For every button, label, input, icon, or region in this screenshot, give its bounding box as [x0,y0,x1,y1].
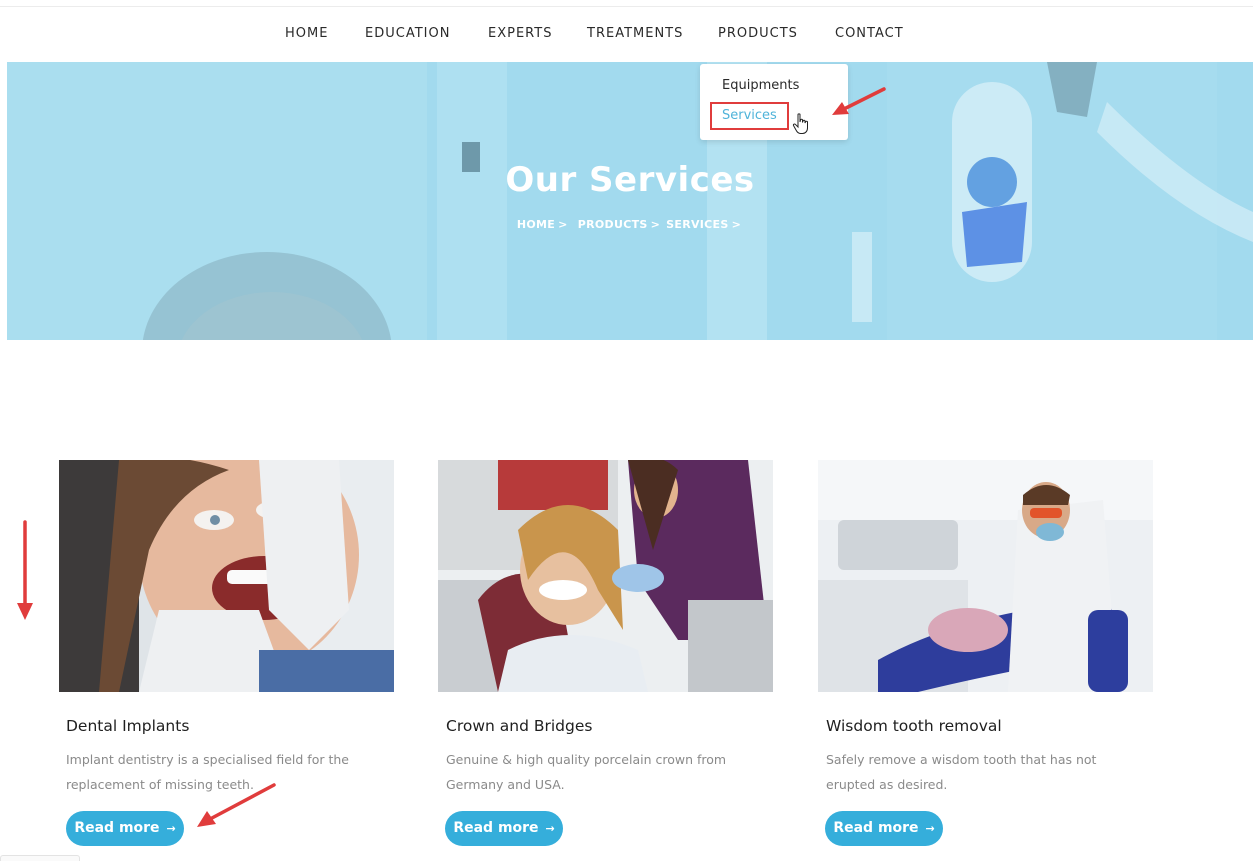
nav-contact[interactable]: CONTACT [835,26,904,41]
arrow-right-icon: → [166,822,176,835]
page-title: Our Services [505,160,755,200]
service-description: Implant dentistry is a specialised field… [66,752,349,792]
service-image-dental-implants [59,460,394,692]
read-more-button[interactable]: Read more → [825,811,943,846]
nav-treatments[interactable]: TREATMENTS [587,26,683,41]
breadcrumb-services[interactable]: SERVICES [666,218,728,231]
breadcrumb-separator: > [731,218,742,231]
annotation-arrow-icon [17,520,33,620]
service-description: Genuine & high quality porcelain crown f… [446,752,727,792]
hero-banner: Our Services HOME > PRODUCTS > SERVICES > [7,62,1253,340]
breadcrumb-products[interactable]: PRODUCTS [578,218,648,231]
main-nav: HOME EDUCATION EXPERTS TREATMENTS PRODUC… [0,26,1253,46]
top-divider [0,6,1253,7]
breadcrumb-separator: > [558,218,568,231]
menu-item-equipments[interactable]: Equipments [722,78,799,93]
service-image-crown-and-bridges [438,460,773,692]
breadcrumb-separator: > [650,218,661,231]
nav-experts[interactable]: EXPERTS [488,26,552,41]
service-title: Wisdom tooth removal [826,717,1002,735]
nav-education[interactable]: EDUCATION [365,26,450,41]
read-more-label: Read more [74,820,160,836]
annotation-arrow-icon [832,87,886,115]
nav-home[interactable]: HOME [285,26,328,41]
service-description: Safely remove a wisdom tooth that has no… [826,752,1097,792]
service-title: Dental Implants [66,717,190,735]
service-title: Crown and Bridges [446,717,593,735]
service-image-wisdom-tooth-removal [818,460,1153,692]
arrow-right-icon: → [545,822,555,835]
highlight-box [710,102,789,130]
hero-background-image [7,62,1253,340]
read-more-label: Read more [833,820,919,836]
read-more-label: Read more [453,820,539,836]
breadcrumb-home[interactable]: HOME [517,218,555,231]
nav-products[interactable]: PRODUCTS [718,26,798,41]
breadcrumb: HOME > PRODUCTS > SERVICES > [7,218,1253,231]
hand-cursor-icon [792,113,808,134]
read-more-button[interactable]: Read more → [66,811,184,846]
bottom-tab [0,855,80,861]
arrow-right-icon: → [925,822,935,835]
read-more-button[interactable]: Read more → [445,811,563,846]
